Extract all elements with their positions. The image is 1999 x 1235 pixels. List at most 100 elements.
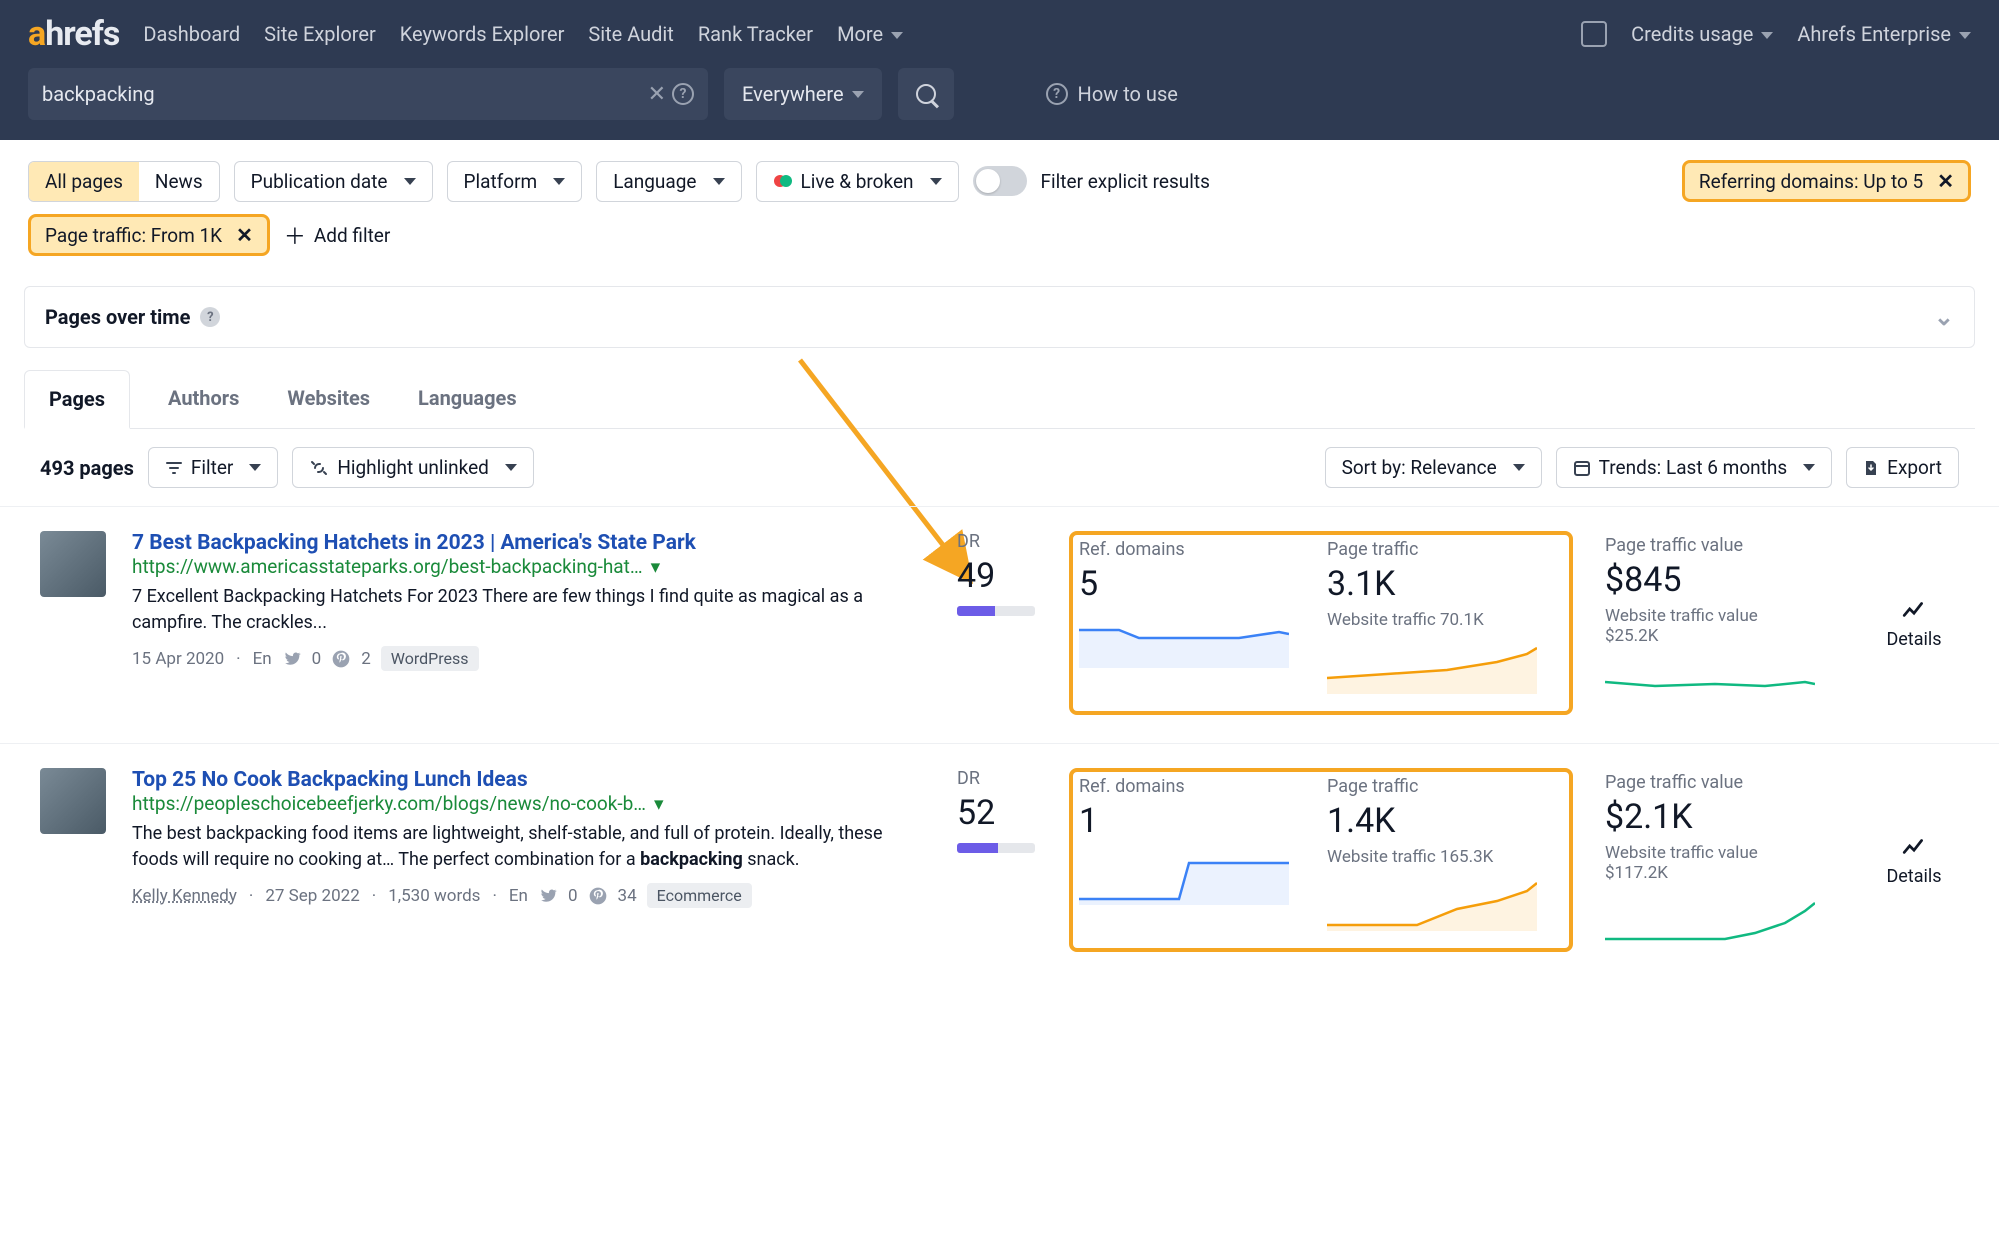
search-button[interactable] <box>898 68 954 120</box>
chip-label: Referring domains: Up to 5 <box>1699 170 1923 193</box>
website-traffic-value: 165.3K <box>1440 847 1493 867</box>
search-input[interactable] <box>42 82 642 106</box>
filter-live-broken[interactable]: Live & broken <box>756 161 959 202</box>
result-row: Top 25 No Cook Backpacking Lunch Ideas h… <box>0 743 1999 980</box>
result-title[interactable]: 7 Best Backpacking Hatchets in 2023 | Am… <box>132 531 931 555</box>
search-input-wrap[interactable]: ✕ ? <box>28 68 708 120</box>
result-count: 493 pages <box>40 456 134 480</box>
nav-dashboard[interactable]: Dashboard <box>143 22 240 46</box>
pin-count: 34 <box>618 886 637 906</box>
caret-icon <box>553 178 565 185</box>
platform-label: Platform <box>464 170 538 193</box>
author-link[interactable]: Kelly Kennedy <box>132 886 237 906</box>
download-icon <box>1863 459 1879 477</box>
help-icon[interactable]: ? <box>200 307 220 327</box>
tab-authors[interactable]: Authors <box>144 370 263 428</box>
platform-badge: WordPress <box>381 646 479 671</box>
traffic-value-spark <box>1605 660 1815 710</box>
nav-site-audit[interactable]: Site Audit <box>588 22 674 46</box>
filter-platform[interactable]: Platform <box>447 161 583 202</box>
clear-icon[interactable]: ✕ <box>642 82 672 107</box>
export-label: Export <box>1887 456 1942 479</box>
caret-icon <box>1513 464 1525 471</box>
seg-all-pages[interactable]: All pages <box>29 162 139 201</box>
search-icon <box>916 84 936 104</box>
chip-close-icon[interactable]: ✕ <box>236 223 253 247</box>
website-traffic-value-amt: $25.2K <box>1605 626 1658 646</box>
scope-select[interactable]: Everywhere <box>724 68 882 120</box>
help-icon[interactable]: ? <box>672 83 694 105</box>
filter-language[interactable]: Language <box>596 161 741 202</box>
page-traffic-metric: Page traffic 3.1K Website traffic 70.1K <box>1321 535 1569 711</box>
result-row: 7 Best Backpacking Hatchets in 2023 | Am… <box>0 506 1999 743</box>
explicit-label: Filter explicit results <box>1041 170 1210 193</box>
filter-chip-page-traffic[interactable]: Page traffic: From 1K ✕ <box>28 214 270 256</box>
trends-range[interactable]: Trends: Last 6 months <box>1556 447 1832 488</box>
how-to-use[interactable]: ? How to use <box>1046 82 1178 106</box>
dr-value: 49 <box>957 556 1043 596</box>
howto-label: How to use <box>1078 82 1178 106</box>
pages-over-time-panel[interactable]: Pages over time ? ⌄ <box>24 286 1975 348</box>
credits-usage[interactable]: Credits usage <box>1631 22 1773 46</box>
highlight-unlinked-button[interactable]: Highlight unlinked <box>292 447 534 488</box>
nav-more[interactable]: More <box>837 22 903 46</box>
tab-websites[interactable]: Websites <box>263 370 394 428</box>
ref-domains-metric: Ref. domains 5 <box>1073 535 1321 711</box>
credits-label: Credits usage <box>1631 22 1753 46</box>
help-icon: ? <box>1046 83 1068 105</box>
result-title[interactable]: Top 25 No Cook Backpacking Lunch Ideas <box>132 768 931 792</box>
top-nav: ahrefs Dashboard Site Explorer Keywords … <box>0 0 1999 68</box>
dr-bar <box>957 606 1035 616</box>
search-bar: ✕ ? Everywhere ? How to use <box>0 68 1999 140</box>
ref-domains-spark <box>1079 618 1289 668</box>
page-traffic-spark <box>1327 881 1537 931</box>
tab-languages[interactable]: Languages <box>394 370 541 428</box>
result-thumbnail <box>40 768 106 834</box>
page-traffic-value: 1.4K <box>1327 801 1541 841</box>
export-button[interactable]: Export <box>1846 447 1959 488</box>
device-icon[interactable] <box>1581 21 1607 47</box>
filter-icon <box>165 459 183 477</box>
chevron-down-icon[interactable]: ⌄ <box>1934 303 1954 331</box>
panel-title: Pages over time <box>45 305 190 329</box>
details-button[interactable]: Details <box>1869 531 1959 715</box>
page-traffic-spark <box>1327 644 1537 694</box>
caret-icon <box>249 464 261 471</box>
seg-news[interactable]: News <box>139 162 219 201</box>
filter-button[interactable]: Filter <box>148 447 278 488</box>
trends-label: Trends: Last 6 months <box>1599 456 1787 479</box>
calendar-icon <box>1573 459 1591 477</box>
language-label: Language <box>613 170 696 193</box>
caret-icon <box>1761 32 1773 39</box>
traffic-value: $845 <box>1605 560 1815 600</box>
add-filter[interactable]: ＋Add filter <box>284 219 390 251</box>
unlink-icon <box>309 459 329 477</box>
account-menu[interactable]: Ahrefs Enterprise <box>1797 22 1971 46</box>
trend-icon <box>1901 597 1927 623</box>
nav-site-explorer[interactable]: Site Explorer <box>264 22 376 46</box>
sort-by[interactable]: Sort by: Relevance <box>1325 447 1542 488</box>
explicit-toggle[interactable] <box>973 166 1027 196</box>
filter-publication-date[interactable]: Publication date <box>234 161 433 202</box>
nav-keywords-explorer[interactable]: Keywords Explorer <box>400 22 565 46</box>
pin-count: 2 <box>361 649 371 669</box>
tab-pages[interactable]: Pages <box>24 370 130 429</box>
chip-label: Page traffic: From 1K <box>45 224 222 247</box>
dr-value: 52 <box>957 793 1043 833</box>
result-url[interactable]: https://www.americasstateparks.org/best-… <box>132 555 931 578</box>
logo[interactable]: ahrefs <box>28 14 119 54</box>
filter-chip-referring-domains[interactable]: Referring domains: Up to 5 ✕ <box>1682 160 1971 202</box>
dr-column: DR 49 <box>957 531 1043 715</box>
nav-rank-tracker[interactable]: Rank Tracker <box>698 22 813 46</box>
caret-icon <box>505 464 517 471</box>
dr-bar <box>957 843 1035 853</box>
scope-label: Everywhere <box>742 82 844 106</box>
result-date: 27 Sep 2022 <box>265 886 359 906</box>
caret-icon <box>852 91 864 98</box>
pinterest-icon <box>331 649 351 669</box>
plus-icon: ＋ <box>284 219 306 251</box>
result-url[interactable]: https://peopleschoicebeefjerky.com/blogs… <box>132 792 931 815</box>
dr-label: DR <box>957 531 1043 552</box>
details-button[interactable]: Details <box>1869 768 1959 952</box>
chip-close-icon[interactable]: ✕ <box>1937 169 1954 193</box>
